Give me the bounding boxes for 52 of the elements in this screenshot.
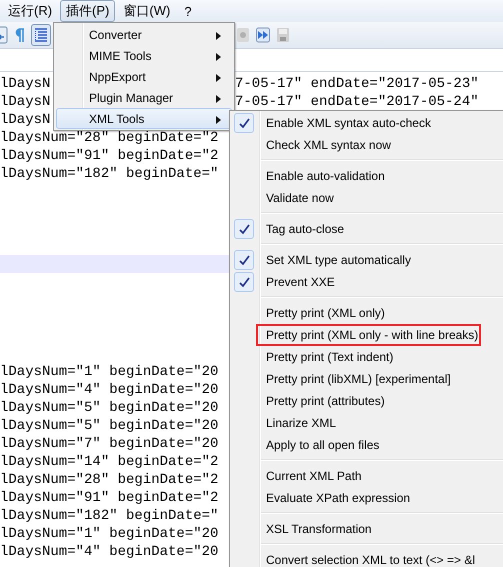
menu-item[interactable]: NppExport — [56, 66, 232, 87]
menu-item[interactable]: Pretty print (Text indent) — [232, 346, 503, 368]
menu-item[interactable]: Check XML syntax now — [232, 134, 503, 156]
code-text: lDaysNum="7" beginDate="20 — [0, 435, 218, 453]
menu-item[interactable]: Set XML type automatically — [232, 249, 503, 271]
menu-item[interactable]: Pretty print (attributes) — [232, 390, 503, 412]
submenu-arrow-icon — [216, 32, 221, 40]
code-text: lDaysNum="28" beginDate="2 — [0, 129, 218, 147]
wrap-icon[interactable] — [0, 24, 9, 46]
menu-item[interactable]: Pretty print (XML only) — [232, 302, 503, 324]
code-text: lDaysN — [0, 93, 50, 111]
code-text: lDaysNum="5" beginDate="20 — [0, 417, 218, 435]
menu-bar-item[interactable]: 插件(P) — [60, 0, 116, 22]
menu-item[interactable]: XSL Transformation — [232, 518, 503, 540]
menu-item[interactable]: XML Tools — [56, 108, 232, 129]
menu-bar-item[interactable]: 窗口(W) — [117, 0, 176, 22]
menu-item[interactable]: Enable auto-validation — [232, 165, 503, 187]
code-text: 7-05-17" endDate="2017-05-24" — [235, 93, 479, 111]
code-text: lDaysNum="182" beginDate=" — [0, 165, 218, 183]
menu-bar-item[interactable]: ? — [178, 2, 198, 20]
menu-item[interactable]: MIME Tools — [56, 45, 232, 66]
menu-item[interactable]: Convert selection XML to text (<> => &l — [232, 549, 503, 567]
indent-guide-icon[interactable] — [31, 24, 51, 46]
code-text: lDaysNum="1" beginDate="20 — [0, 363, 218, 381]
code-text: lDaysNum="28" beginDate="2 — [0, 471, 218, 489]
code-text: lDaysNum="4" beginDate="20 — [0, 543, 218, 561]
menu-item[interactable]: Prevent XXE — [232, 271, 503, 293]
menu-bar-item[interactable]: 运行(R) — [2, 0, 58, 22]
menu-item[interactable]: Pretty print (XML only - with line breaks) — [232, 324, 503, 346]
code-text: lDaysNum="4" beginDate="20 — [0, 381, 218, 399]
menu-item[interactable]: Evaluate XPath expression — [232, 487, 503, 509]
menu-item[interactable]: Linarize XML — [232, 412, 503, 434]
menu-item[interactable]: Validate now — [232, 187, 503, 209]
menu-item[interactable]: Tag auto-close — [232, 218, 503, 240]
menu-item[interactable]: Current XML Path — [232, 465, 503, 487]
code-text: lDaysN — [0, 111, 50, 129]
menu-item[interactable]: Enable XML syntax auto-check — [232, 112, 503, 134]
code-text: lDaysNum="1" beginDate="20 — [0, 525, 218, 543]
menu-item[interactable]: Pretty print (libXML) [experimental] — [232, 368, 503, 390]
submenu-arrow-icon — [216, 95, 221, 103]
submenu-arrow-icon — [216, 53, 221, 61]
menu-item[interactable]: Plugin Manager — [56, 87, 232, 108]
menu-item[interactable]: Apply to all open files — [232, 434, 503, 456]
code-text: lDaysNum="91" beginDate="2 — [0, 147, 218, 165]
code-text: lDaysNum="182" beginDate=" — [0, 507, 218, 525]
code-text: lDaysNum="14" beginDate="2 — [0, 453, 218, 471]
submenu-arrow-icon — [216, 116, 221, 124]
code-text: lDaysN — [0, 75, 50, 93]
code-text: 7-05-17" endDate="2017-05-23" — [235, 75, 479, 93]
code-text: lDaysNum="91" beginDate="2 — [0, 489, 218, 507]
submenu-arrow-icon — [216, 74, 221, 82]
code-text: lDaysNum="5" beginDate="20 — [0, 399, 218, 417]
